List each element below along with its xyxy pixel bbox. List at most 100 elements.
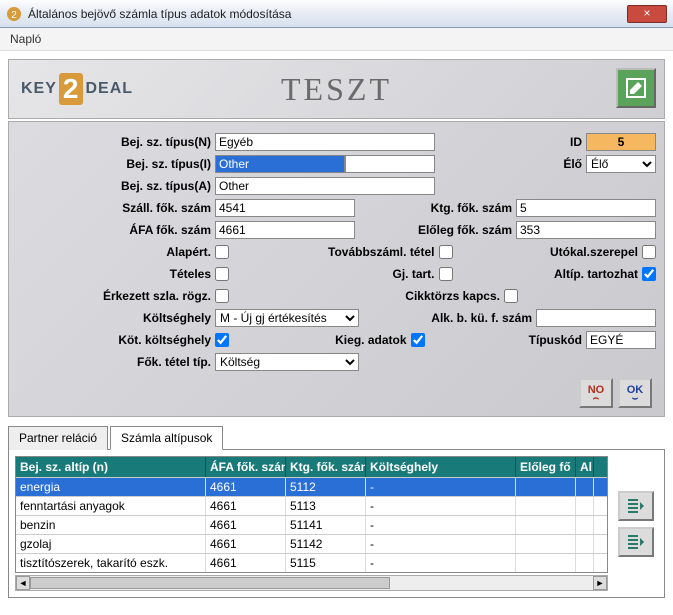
- table-cell: [516, 554, 576, 572]
- label-cikk: Cikktörzs kapcs.: [374, 289, 504, 303]
- input-bej-n[interactable]: [215, 133, 435, 151]
- label-id: ID: [496, 135, 586, 149]
- input-eloleg[interactable]: [516, 221, 656, 239]
- input-id[interactable]: [586, 133, 656, 151]
- table-cell: 4661: [206, 554, 286, 572]
- label-szall: Száll. fők. szám: [17, 201, 215, 215]
- label-teteles: Tételes: [17, 267, 215, 281]
- table-cell: [576, 554, 594, 572]
- input-bej-i[interactable]: [215, 155, 345, 173]
- logo-2: 2: [59, 73, 84, 105]
- table-cell: [576, 478, 594, 496]
- label-erkezett: Érkezett szla. rögz.: [17, 289, 215, 303]
- input-afa[interactable]: [215, 221, 355, 239]
- input-alkbku[interactable]: [536, 309, 656, 327]
- grid[interactable]: Bej. sz. altíp (n) ÁFA fők. szán Ktg. fő…: [15, 456, 608, 573]
- col-ktg[interactable]: Ktg. fők. szán: [286, 457, 366, 477]
- label-gjtart: Gj. tart.: [309, 267, 439, 281]
- tab-szamla-altipusok[interactable]: Számla altípusok: [110, 426, 223, 450]
- label-alap: Alapért.: [17, 245, 215, 259]
- move-up-button[interactable]: [618, 491, 654, 521]
- close-button[interactable]: ×: [627, 5, 667, 23]
- table-cell: 4661: [206, 535, 286, 553]
- check-alap[interactable]: [215, 245, 229, 259]
- table-row[interactable]: energia46615112-: [16, 477, 607, 496]
- table-cell: 5112: [286, 478, 366, 496]
- table-cell: 4661: [206, 516, 286, 534]
- label-bej-i: Bej. sz. típus(I): [17, 157, 215, 171]
- input-szall[interactable]: [215, 199, 355, 217]
- check-teteles[interactable]: [215, 267, 229, 281]
- input-bej-a[interactable]: [215, 177, 435, 195]
- input-tipuskod[interactable]: [586, 331, 656, 349]
- scroll-thumb[interactable]: [30, 577, 390, 589]
- table-cell: -: [366, 516, 516, 534]
- logo-key: KEY: [21, 80, 57, 98]
- table-cell: [516, 535, 576, 553]
- ok-button[interactable]: OK⌣: [618, 378, 652, 408]
- col-al[interactable]: Al: [576, 457, 594, 477]
- check-gjtart[interactable]: [439, 267, 453, 281]
- col-eloleg[interactable]: Előleg fő: [516, 457, 576, 477]
- check-kieg[interactable]: [411, 333, 425, 347]
- input-bej-i-2[interactable]: [345, 155, 435, 173]
- tabs: Partner reláció Számla altípusok: [8, 425, 665, 450]
- select-elo[interactable]: Élő: [586, 155, 656, 173]
- table-cell: 51142: [286, 535, 366, 553]
- move-down-button[interactable]: [618, 527, 654, 557]
- check-kot-kolt[interactable]: [215, 333, 229, 347]
- label-tipuskod: Típuskód: [516, 333, 586, 347]
- teszt-label: TESZT: [281, 71, 392, 108]
- label-kot-kolt: Köt. költséghely: [17, 333, 215, 347]
- label-tovabb: Továbbszáml. tétel: [309, 245, 439, 259]
- label-kieg: Kieg. adatok: [321, 333, 411, 347]
- table-cell: [516, 516, 576, 534]
- table-cell: tisztítószerek, takarító eszk.: [16, 554, 206, 572]
- scroll-left-button[interactable]: ◄: [16, 576, 30, 590]
- logo-deal: DEAL: [85, 80, 133, 98]
- tab-partner-relacio[interactable]: Partner reláció: [8, 426, 108, 450]
- grid-panel: Bej. sz. altíp (n) ÁFA fők. szán Ktg. fő…: [8, 450, 665, 598]
- table-row[interactable]: benzin466151141-: [16, 515, 607, 534]
- pencil-icon: [624, 76, 648, 100]
- col-afa[interactable]: ÁFA fők. szán: [206, 457, 286, 477]
- table-cell: -: [366, 535, 516, 553]
- check-altip[interactable]: [642, 267, 656, 281]
- check-cikk[interactable]: [504, 289, 518, 303]
- table-cell: -: [366, 497, 516, 515]
- label-afa: ÁFA fők. szám: [17, 223, 215, 237]
- horizontal-scrollbar[interactable]: ◄ ►: [15, 575, 608, 591]
- table-cell: [576, 535, 594, 553]
- label-eloleg: Előleg fők. szám: [406, 223, 516, 237]
- check-erkezett[interactable]: [215, 289, 229, 303]
- col-bej-altip[interactable]: Bej. sz. altíp (n): [16, 457, 206, 477]
- scroll-right-button[interactable]: ►: [593, 576, 607, 590]
- select-fok-tetel[interactable]: Költség: [215, 353, 359, 371]
- menubar: Napló: [0, 28, 673, 51]
- edit-button[interactable]: [616, 68, 656, 108]
- grid-header: Bej. sz. altíp (n) ÁFA fők. szán Ktg. fő…: [16, 457, 607, 477]
- label-utokal: Utókal.szerepel: [532, 245, 642, 259]
- label-altip: Altíp. tartozhat: [532, 267, 642, 281]
- form-panel: Bej. sz. típus(N) ID Bej. sz. típus(I) É…: [8, 121, 665, 417]
- table-row[interactable]: gzolaj466151142-: [16, 534, 607, 553]
- label-fok-tetel: Fők. tétel típ.: [17, 355, 215, 369]
- table-row[interactable]: fenntartási anyagok46615113-: [16, 496, 607, 515]
- check-utokal[interactable]: [642, 245, 656, 259]
- no-button[interactable]: NO⌢: [579, 378, 613, 408]
- table-cell: gzolaj: [16, 535, 206, 553]
- label-ktg: Ktg. fők. szám: [406, 201, 516, 215]
- titlebar: 2 Általános bejövő számla típus adatok m…: [0, 0, 673, 28]
- select-koltseghely[interactable]: M - Új gj értékesítés: [215, 309, 359, 327]
- menu-naplo[interactable]: Napló: [6, 30, 45, 48]
- check-tovabb[interactable]: [439, 245, 453, 259]
- table-cell: 4661: [206, 478, 286, 496]
- smile-icon: ⌣: [632, 396, 639, 402]
- input-ktg[interactable]: [516, 199, 656, 217]
- header-panel: KEY 2 DEAL TESZT: [8, 59, 665, 119]
- table-row[interactable]: tisztítószerek, takarító eszk.46615115-: [16, 553, 607, 572]
- table-cell: fenntartási anyagok: [16, 497, 206, 515]
- col-koltseghely[interactable]: Költséghely: [366, 457, 516, 477]
- table-cell: energia: [16, 478, 206, 496]
- label-alkbku: Alk. b. kü. f. szám: [406, 311, 536, 325]
